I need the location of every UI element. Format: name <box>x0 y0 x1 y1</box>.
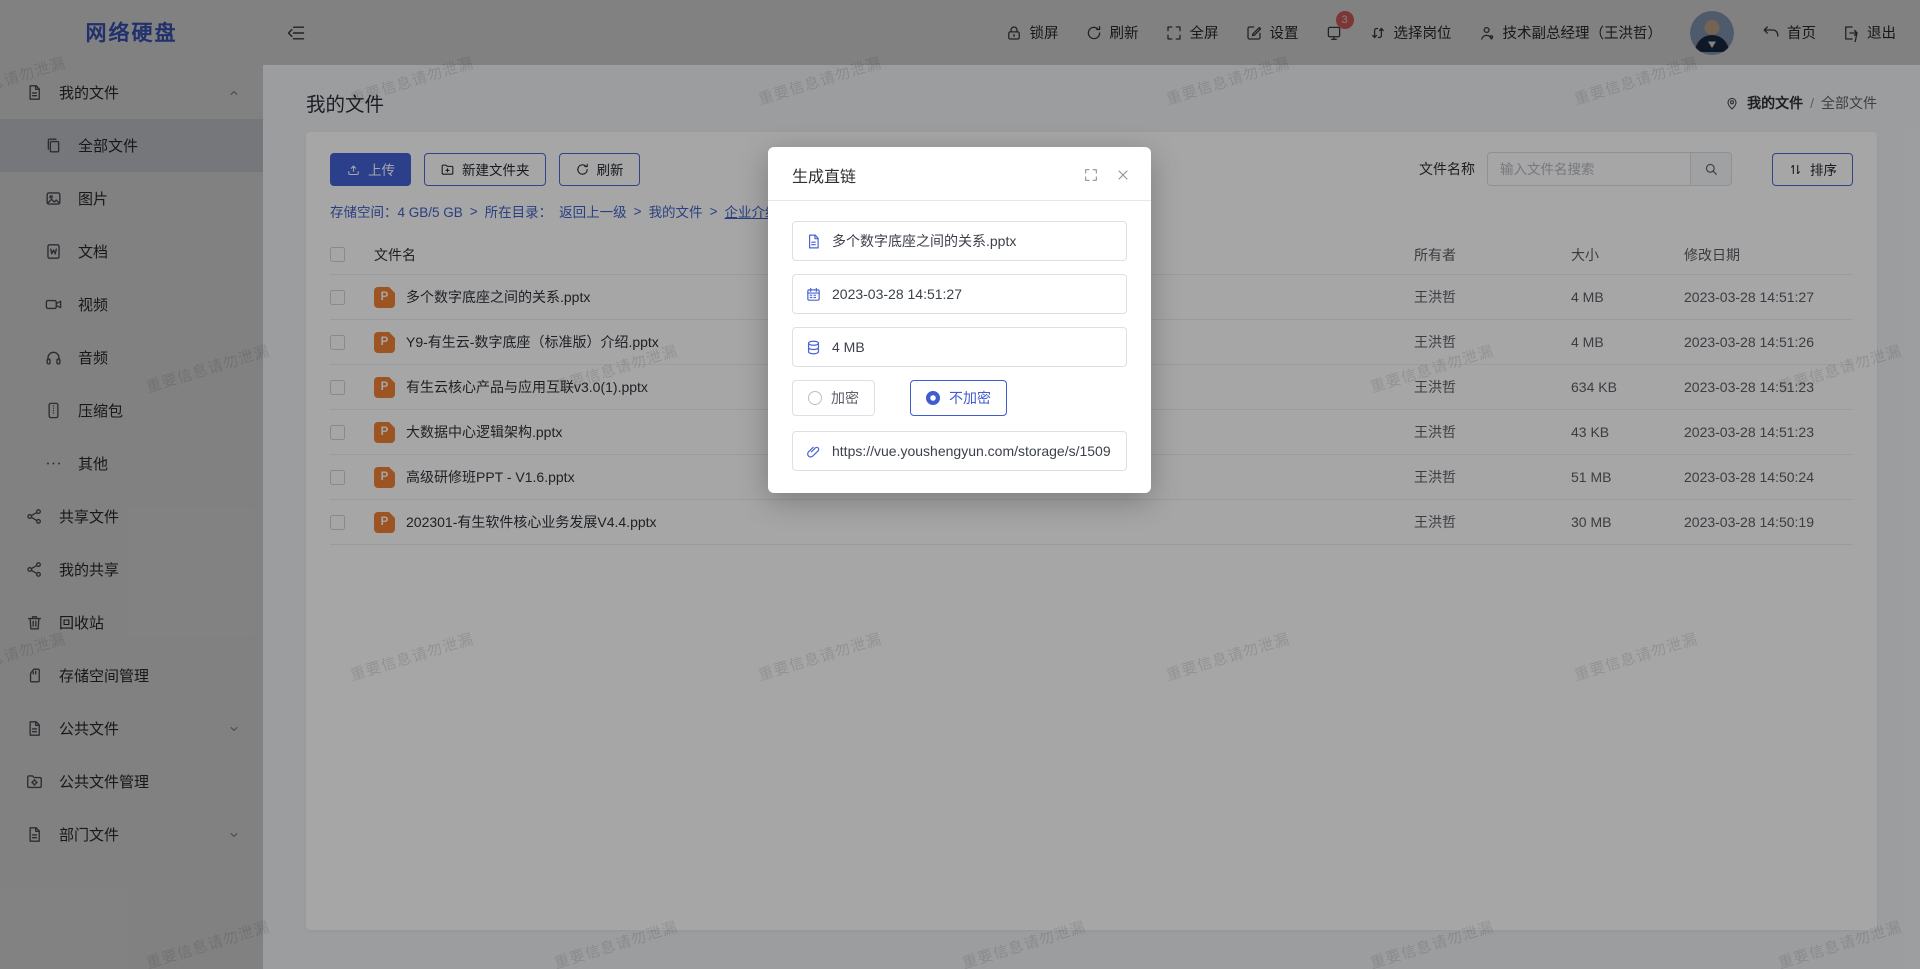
modal-close-icon[interactable] <box>1115 167 1131 183</box>
modal-title: 生成直链 <box>792 163 856 187</box>
radio-selected-icon <box>926 391 940 405</box>
app-layout: 网络硬盘 我的文件全部文件图片文档视频音频压缩包其他共享文件我的共享回收站存储空… <box>0 0 1920 969</box>
database-icon <box>805 339 822 356</box>
modal-fullscreen-icon[interactable] <box>1083 167 1099 183</box>
direct-link-value: https://vue.youshengyun.com/storage/s/15… <box>832 443 1111 459</box>
no-encrypt-label: 不加密 <box>949 388 991 408</box>
topbar-dim-overlay <box>263 0 1920 65</box>
encrypt-label: 加密 <box>831 388 859 408</box>
document-icon <box>805 233 822 250</box>
modal-body: 多个数字底座之间的关系.pptx 2023-03-28 14:51:27 4 M… <box>768 201 1151 493</box>
file-name-value: 多个数字底座之间的关系.pptx <box>832 231 1016 251</box>
generate-link-modal: 生成直链 多个数字底座之间的关系.pptx 2023-03-28 14:51:2… <box>768 147 1151 493</box>
radio-unselected-icon <box>808 391 822 405</box>
encryption-options: 加密 不加密 <box>792 380 1127 416</box>
modified-date-value: 2023-03-28 14:51:27 <box>832 286 962 302</box>
paperclip-icon <box>805 443 822 460</box>
no-encrypt-option[interactable]: 不加密 <box>910 380 1007 416</box>
modified-date-field: 2023-03-28 14:51:27 <box>792 274 1127 314</box>
file-name-field: 多个数字底座之间的关系.pptx <box>792 221 1127 261</box>
calendar-icon <box>805 286 822 303</box>
modal-header: 生成直链 <box>768 147 1151 201</box>
encrypt-option[interactable]: 加密 <box>792 380 875 416</box>
modal-header-icons <box>1083 167 1131 183</box>
file-size-field: 4 MB <box>792 327 1127 367</box>
direct-link-field[interactable]: https://vue.youshengyun.com/storage/s/15… <box>792 431 1127 471</box>
file-size-value: 4 MB <box>832 339 865 355</box>
sidebar-dim-overlay <box>0 0 263 969</box>
